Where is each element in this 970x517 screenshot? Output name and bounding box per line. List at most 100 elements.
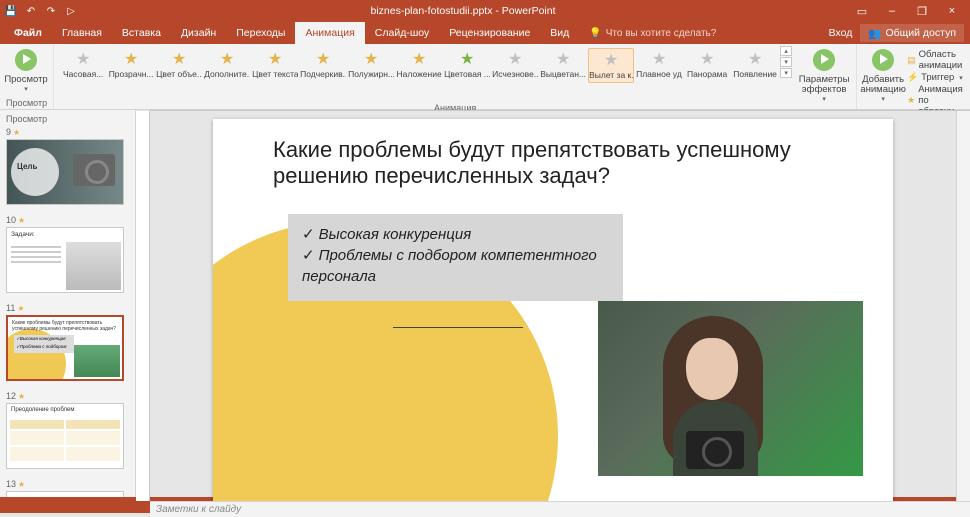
star-icon: ★ — [266, 50, 284, 68]
animation-effect-item[interactable]: ★Вылет за к... — [588, 48, 634, 83]
restore-button[interactable]: ❐ — [908, 2, 936, 20]
lightbulb-icon: 💡 — [589, 28, 601, 39]
animation-indicator-icon: ★ — [18, 480, 25, 489]
signin-link[interactable]: Вход — [829, 27, 853, 39]
effect-options-button[interactable]: Параметры эффектов ▾ — [798, 46, 850, 103]
star-icon: ★ — [170, 50, 188, 68]
tab-file[interactable]: Файл — [4, 22, 52, 44]
scroll-up-icon[interactable]: ▴ — [780, 46, 792, 56]
thumbnail-12[interactable]: 12★ Преодоление проблем — [6, 391, 129, 469]
slide-title[interactable]: Какие проблемы будут препятствовать успе… — [273, 137, 853, 189]
tab-insert[interactable]: Вставка — [112, 22, 171, 44]
animation-indicator-icon: ★ — [18, 392, 25, 401]
tab-view[interactable]: Вид — [540, 22, 579, 44]
scroll-down-icon[interactable]: ▾ — [780, 57, 792, 67]
tell-me-placeholder: Что вы хотите сделать? — [606, 28, 717, 39]
tab-animations[interactable]: Анимация — [295, 22, 364, 44]
workspace: Просмотр 9★ Цель 10★ Задачи: 11★ Какие п… — [0, 110, 970, 497]
gallery-expand-icon[interactable]: ▾ — [780, 68, 792, 78]
group-label: Просмотр — [6, 98, 47, 109]
animation-effect-item[interactable]: ★Появление — [732, 48, 778, 83]
animation-effect-item[interactable]: ★Цвет объе... — [156, 48, 202, 83]
chevron-down-icon: ▾ — [959, 74, 963, 82]
start-from-beginning-icon[interactable]: ▷ — [64, 4, 78, 18]
checkmark-icon: ✓ — [302, 247, 315, 264]
share-icon: 👥 — [868, 27, 881, 40]
animation-indicator-icon: ★ — [13, 128, 20, 137]
minimize-button[interactable]: – — [878, 2, 906, 20]
redo-icon[interactable]: ↷ — [44, 4, 58, 18]
animation-pane-icon: ▤ — [907, 55, 916, 66]
vertical-scrollbar[interactable] — [956, 111, 970, 501]
animation-effect-item[interactable]: ★Цветовая ... — [444, 48, 490, 83]
animation-effect-item[interactable]: ★Прозрачн... — [108, 48, 154, 83]
slide-photo[interactable] — [598, 301, 863, 476]
thumbnail-13[interactable]: 13★ Что значит конкурентоспособность? — [6, 479, 129, 497]
animation-effect-item[interactable]: ★Цвет текста — [252, 48, 298, 83]
thumbnail-10[interactable]: 10★ Задачи: — [6, 215, 129, 293]
chevron-down-icon: ▾ — [24, 85, 28, 93]
chevron-down-icon: ▾ — [881, 95, 885, 103]
effect-options-icon — [813, 49, 835, 71]
share-button[interactable]: 👥 Общий доступ — [860, 24, 964, 42]
tab-review[interactable]: Рецензирование — [439, 22, 540, 44]
animation-effect-item[interactable]: ★Панорама — [684, 48, 730, 83]
preview-button[interactable]: Просмотр ▾ — [6, 46, 46, 93]
star-icon: ★ — [650, 50, 668, 68]
ribbon-display-options-icon[interactable]: ▭ — [848, 2, 876, 20]
window-title: biznes-plan-fotostudii.pptx - PowerPoint — [78, 5, 848, 17]
animation-effect-item[interactable]: ★Подчеркив... — [300, 48, 346, 83]
animation-gallery[interactable]: ★Часовая...★Прозрачн...★Цвет объе...★Доп… — [60, 46, 778, 83]
thumbnail-9[interactable]: 9★ Цель — [6, 127, 129, 205]
star-icon: ★ — [74, 50, 92, 68]
title-bar: 💾 ↶ ↷ ▷ biznes-plan-fotostudii.pptx - Po… — [0, 0, 970, 22]
star-icon: ★ — [218, 50, 236, 68]
tab-design[interactable]: Дизайн — [171, 22, 226, 44]
star-icon: ★ — [410, 50, 428, 68]
group-animation: ★Часовая...★Прозрачн...★Цвет объе...★Доп… — [54, 44, 857, 109]
chevron-down-icon: ▾ — [822, 95, 826, 103]
close-button[interactable]: × — [938, 2, 966, 20]
star-icon: ★ — [698, 50, 716, 68]
thumbnail-11[interactable]: 11★ Какие проблемы будут препятствоватьу… — [6, 303, 129, 381]
star-icon: ★ — [602, 51, 620, 69]
trigger-button[interactable]: ⚡ Триггер▾ — [907, 72, 966, 83]
slide-canvas-area: Какие проблемы будут препятствовать успе… — [136, 110, 970, 497]
star-icon: ★ — [458, 50, 476, 68]
slide-stage[interactable]: Какие проблемы будут препятствовать успе… — [150, 111, 956, 501]
group-preview: Просмотр ▾ Просмотр — [0, 44, 54, 109]
star-icon: ★ — [314, 50, 332, 68]
tab-transitions[interactable]: Переходы — [226, 22, 295, 44]
star-icon: ★ — [122, 50, 140, 68]
animation-painter-icon: ★ — [907, 95, 915, 106]
play-icon — [15, 49, 37, 71]
add-animation-button[interactable]: Добавить анимацию ▾ — [863, 46, 903, 103]
animation-effect-item[interactable]: ★Часовая... — [60, 48, 106, 83]
ribbon-tabs: Файл Главная Вставка Дизайн Переходы Ани… — [0, 22, 970, 44]
animation-effect-item[interactable]: ★Плавное уд... — [636, 48, 682, 83]
vertical-ruler[interactable] — [136, 111, 150, 501]
animation-indicator-icon: ★ — [17, 304, 24, 313]
star-icon: ★ — [362, 50, 380, 68]
animation-effect-item[interactable]: ★Дополните... — [204, 48, 250, 83]
notes-pane[interactable]: Заметки к слайду — [150, 501, 970, 517]
gallery-scroll[interactable]: ▴ ▾ ▾ — [780, 46, 792, 78]
animation-effect-item[interactable]: ★Наложение — [396, 48, 442, 83]
divider-line[interactable] — [393, 327, 523, 328]
undo-icon[interactable]: ↶ — [24, 4, 38, 18]
trigger-icon: ⚡ — [907, 72, 918, 83]
tell-me-search[interactable]: 💡 Что вы хотите сделать? — [589, 28, 716, 39]
bullet-textbox[interactable]: ✓Высокая конкуренция ✓Проблемы с подборо… — [288, 214, 623, 301]
animation-effect-item[interactable]: ★Выцветан... — [540, 48, 586, 83]
star-icon: ★ — [554, 50, 572, 68]
quick-access-toolbar: 💾 ↶ ↷ ▷ — [4, 4, 78, 18]
tab-home[interactable]: Главная — [52, 22, 112, 44]
animation-pane-button[interactable]: ▤ Область анимации — [907, 49, 966, 71]
animation-effect-item[interactable]: ★Полужирн... — [348, 48, 394, 83]
window-buttons: ▭ – ❐ × — [848, 2, 966, 20]
tab-slideshow[interactable]: Слайд-шоу — [365, 22, 439, 44]
animation-effect-item[interactable]: ★Исчезнове... — [492, 48, 538, 83]
slide-thumbnails-panel[interactable]: Просмотр 9★ Цель 10★ Задачи: 11★ Какие п… — [0, 110, 136, 497]
save-icon[interactable]: 💾 — [4, 4, 18, 18]
current-slide[interactable]: Какие проблемы будут препятствовать успе… — [213, 119, 893, 501]
